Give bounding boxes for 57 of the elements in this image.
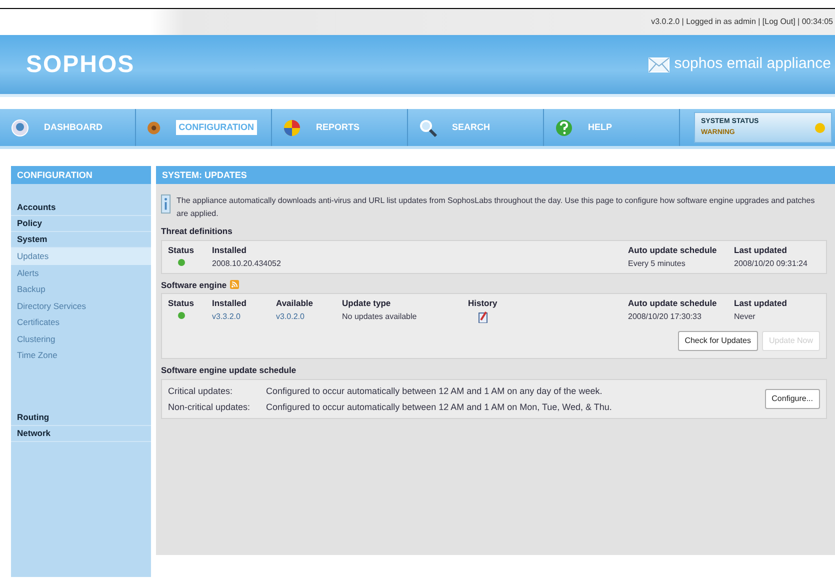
column-header: Status <box>168 297 195 310</box>
column-header: Status <box>168 244 195 256</box>
column-header: Update type <box>342 297 392 310</box>
nav-tab[interactable]: DASHBOARD <box>0 109 136 146</box>
sidebar-item[interactable]: Updates <box>11 248 151 264</box>
nav-tab[interactable]: HELP <box>544 109 680 146</box>
section-heading: Threat definitions <box>161 225 234 238</box>
logo-text: SOPHOS <box>26 50 135 80</box>
schedule-text: Configured to occur automatically between 12 AM and 1 AM on Mon, Tue, Wed, & Thu. <box>266 400 612 414</box>
pie-chart-icon <box>282 118 302 138</box>
search-icon <box>418 118 438 138</box>
configure-button[interactable]: Configure... <box>764 388 820 409</box>
schedule-label: Critical updates: <box>168 384 234 398</box>
sidebar-item[interactable]: Time Zone <box>11 347 151 364</box>
sidebar-item[interactable]: Certificates <box>11 314 151 330</box>
session-info: v3.0.2.0 | Logged in as admin | [Log Out] | 00:34:05 <box>651 16 833 28</box>
sidebar-item[interactable]: Policy <box>11 216 151 232</box>
version-link[interactable]: v3.0.2.0 <box>276 311 336 323</box>
table-cell-text: Never <box>734 311 756 323</box>
column-header: Auto update schedule <box>628 297 718 310</box>
column-header: Installed <box>212 297 248 310</box>
table-cell-text: No updates available <box>342 311 418 323</box>
nav-tab[interactable]: REPORTS <box>272 109 408 146</box>
section-heading: Software engine update schedule <box>161 364 298 377</box>
table-cell-text: 2008/10/20 17:30:33 <box>628 311 702 323</box>
column-header: Auto update schedule <box>628 244 718 256</box>
history-icon <box>478 311 488 323</box>
envelope-icon <box>648 56 670 72</box>
column-header: Last updated <box>734 244 788 256</box>
schedule-text: Configured to occur automatically between 12 AM and 1 AM on any day of the week. <box>266 384 602 398</box>
section-heading: Software engine <box>161 278 227 292</box>
product-name: sophos email appliance <box>674 54 831 74</box>
table-cell-text: 2008/10/20 09:31:24 <box>734 258 808 270</box>
page-title: SYSTEM: UPDATES <box>156 166 835 184</box>
version-link[interactable]: v3.3.2.0 <box>212 311 270 323</box>
help-icon <box>554 118 574 138</box>
sidebar-title: CONFIGURATION <box>11 166 151 184</box>
sidebar-item[interactable]: Backup <box>11 281 151 298</box>
sidebar-item[interactable]: Alerts <box>11 264 151 281</box>
table-cell-text: Every 5 minutes <box>628 258 686 270</box>
sidebar-item[interactable]: Network <box>11 426 151 442</box>
column-header: Installed <box>212 244 248 256</box>
info-text: The appliance automatically downloads anti-virus and URL list updates from SophosLabs throughout the day. Use this page to configure how software engine upgrades and patches are applied. <box>176 195 816 220</box>
nav-tab[interactable]: CONFIGURATION <box>136 109 272 146</box>
column-header: Available <box>276 297 314 310</box>
rss-icon <box>230 280 239 290</box>
nav-tab[interactable]: SEARCH <box>408 109 544 146</box>
table-cell-text: 2008.10.20.434052 <box>212 258 282 270</box>
sidebar-item[interactable]: Accounts <box>11 200 151 216</box>
action-button[interactable]: Check for Updates <box>678 331 758 351</box>
schedule-label: Non-critical updates: <box>168 400 252 414</box>
sidebar-item[interactable]: Directory Services <box>11 298 151 314</box>
sidebar-item[interactable]: Clustering <box>11 330 151 347</box>
sidebar-item[interactable]: Routing <box>11 410 151 426</box>
column-header: History <box>468 297 498 310</box>
info-icon <box>161 194 171 214</box>
column-header: Last updated <box>734 297 788 310</box>
